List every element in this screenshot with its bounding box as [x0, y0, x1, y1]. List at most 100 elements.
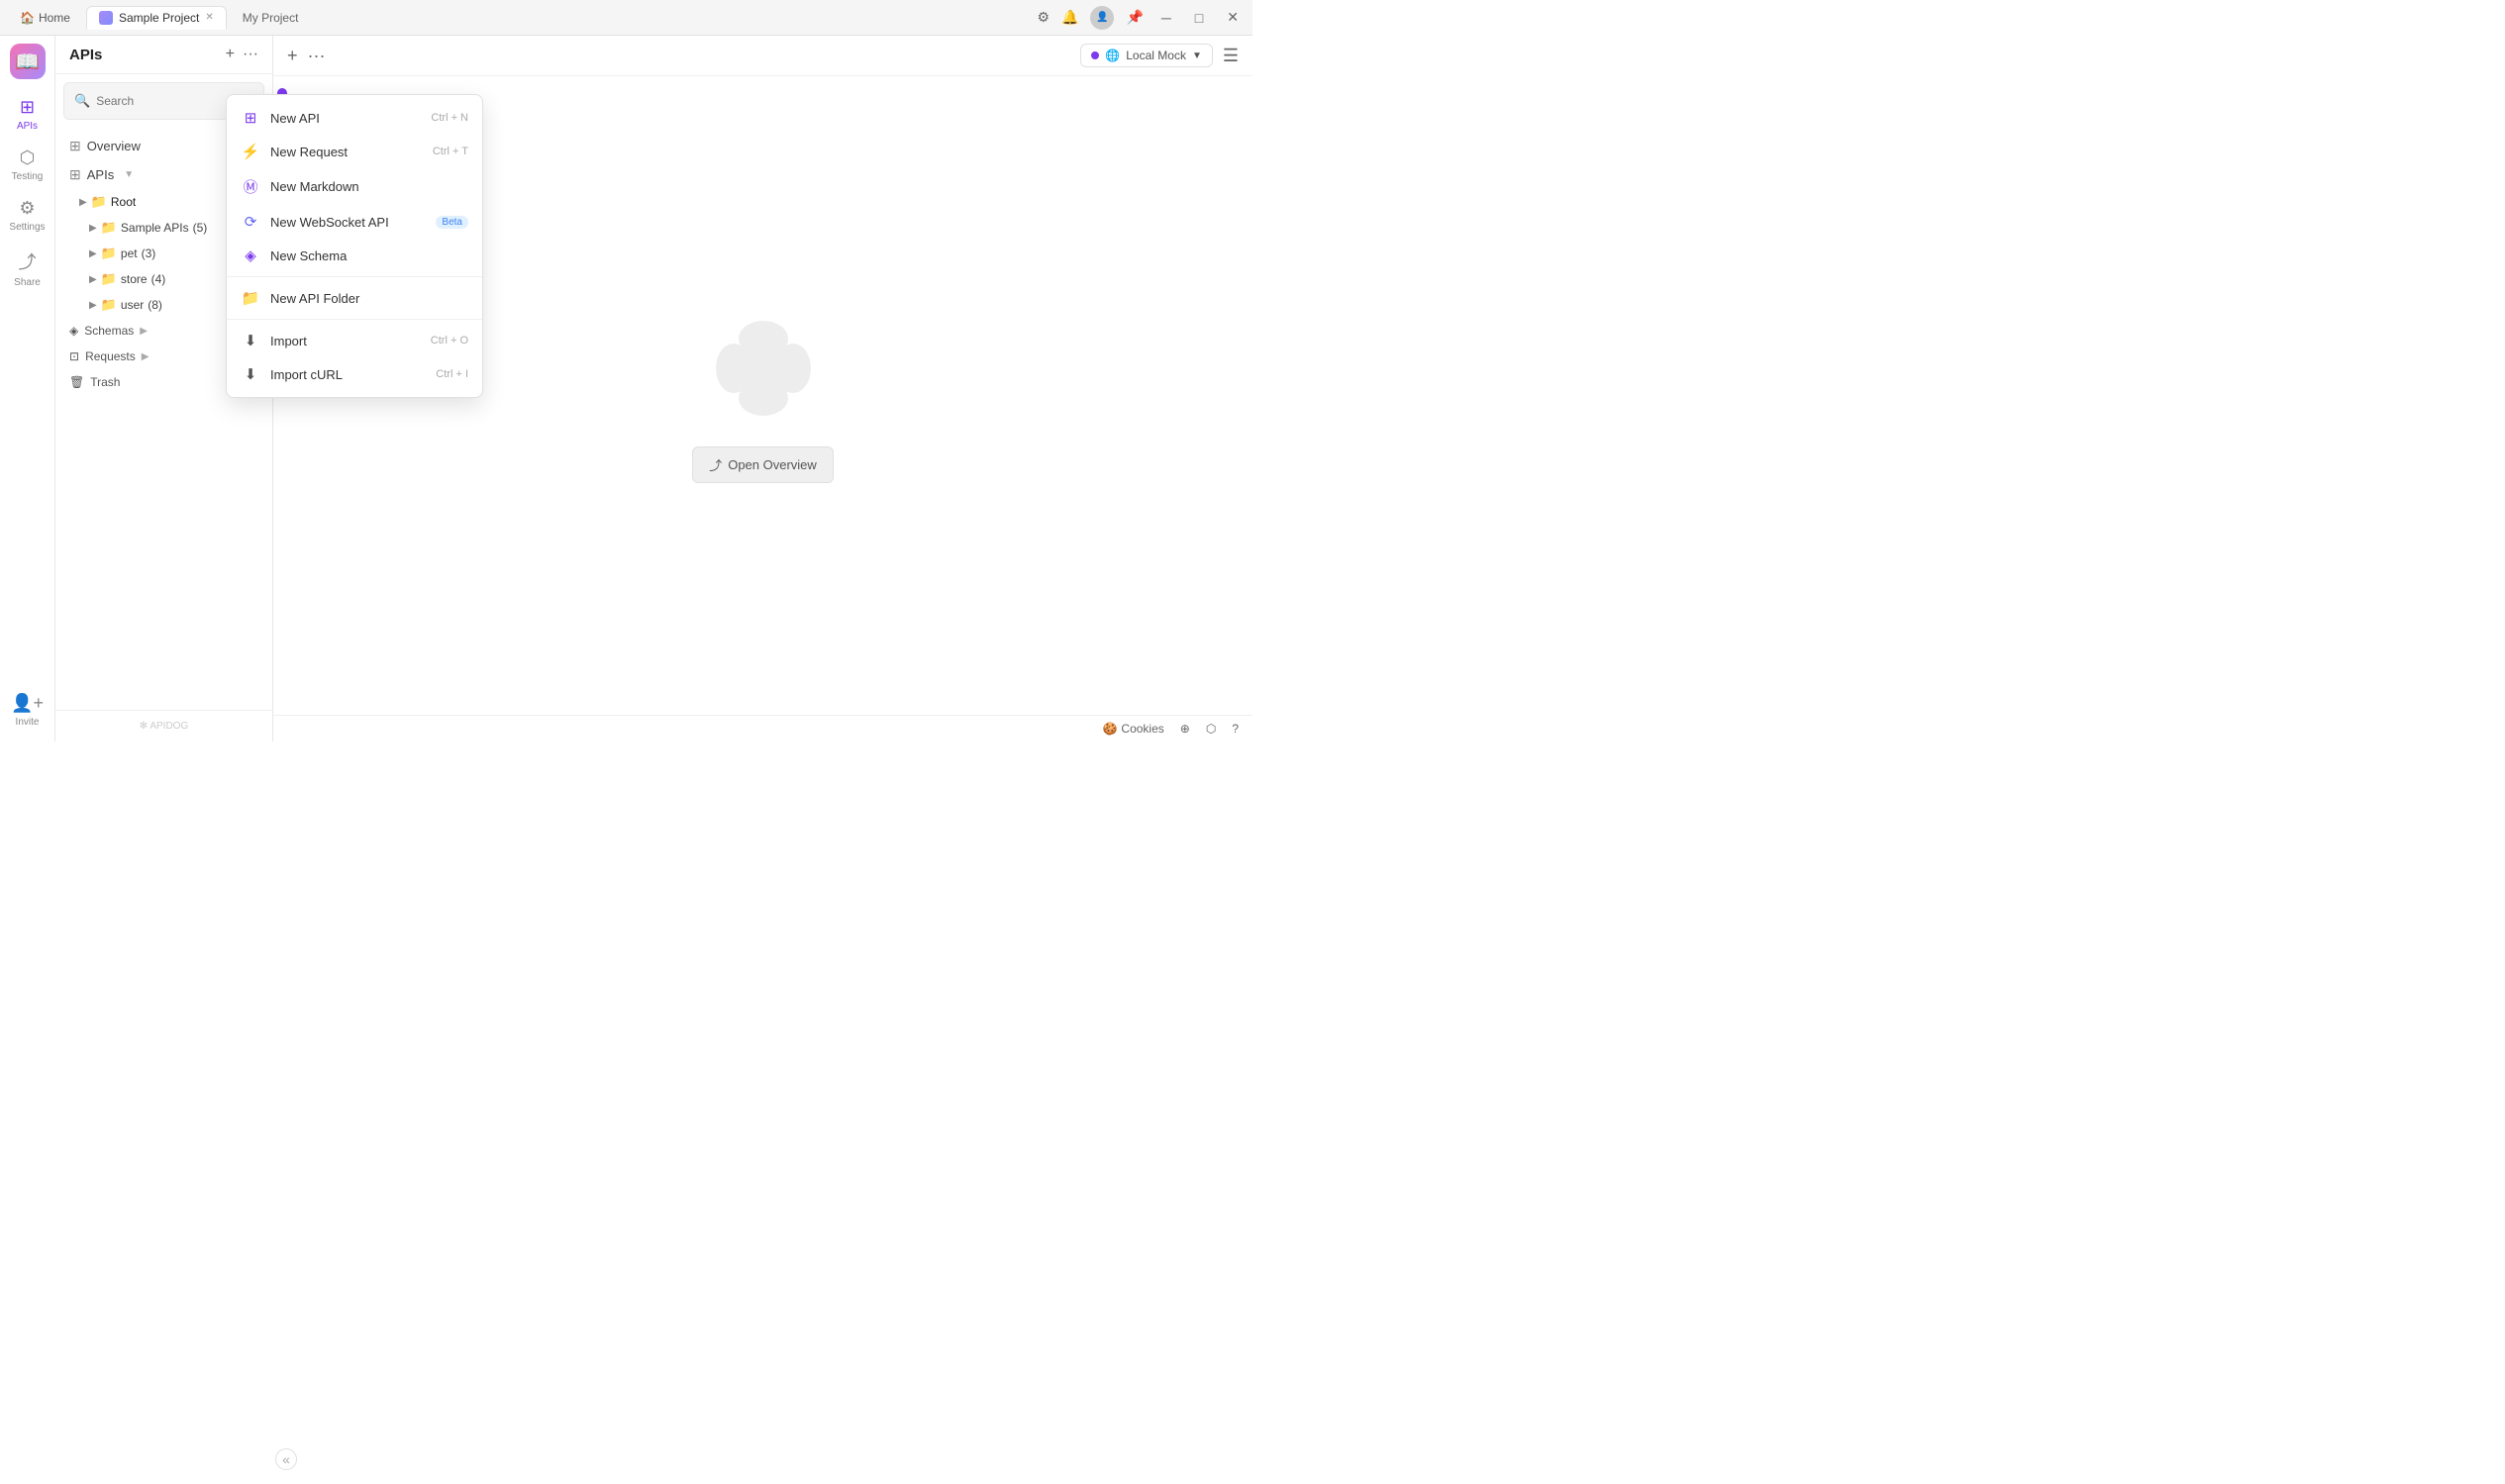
- new-schema-item[interactable]: ◈ New Schema: [227, 239, 482, 272]
- toolbar-right: 🌐 Local Mock ▼ ☰: [1080, 44, 1239, 67]
- maximize-btn[interactable]: □: [1189, 8, 1209, 28]
- sidebar-bottom: 👤+ Invite: [5, 687, 50, 734]
- app-layout: 📖 ⊞ APIs ⬡ Testing ⚙ Settings ⤴ Share 👤+…: [0, 36, 1252, 742]
- trash-label: Trash: [90, 375, 120, 389]
- beta-badge: Beta: [436, 216, 468, 229]
- new-markdown-icon: Ⓜ: [241, 176, 260, 197]
- user-badge: (8): [148, 298, 162, 312]
- apis-label: APIs: [17, 121, 38, 132]
- share-icon: ⤴: [19, 248, 37, 274]
- sidebar-item-apis[interactable]: ⊞ APIs: [5, 91, 50, 138]
- empty-state-icon: [704, 309, 823, 431]
- schemas-arrow: ▶: [140, 326, 148, 337]
- collapse-sidebar-btn[interactable]: «: [275, 1448, 297, 1470]
- apis-arrow: ▼: [124, 169, 134, 180]
- footer-btn-help[interactable]: ?: [1232, 722, 1239, 736]
- import-item[interactable]: ⬇ Import Ctrl + O: [227, 324, 482, 357]
- pin-icon[interactable]: 📌: [1126, 9, 1143, 26]
- new-websocket-item[interactable]: ⟳ New WebSocket API Beta: [227, 205, 482, 239]
- schemas-label: Schemas: [84, 324, 134, 338]
- main-footer: 🍪 Cookies ⊕ ⬡ ?: [273, 715, 1252, 742]
- sidebar-item-invite[interactable]: 👤+ Invite: [5, 687, 50, 734]
- avatar[interactable]: 👤: [1090, 6, 1114, 30]
- footer-icon-1: ⊕: [1180, 722, 1190, 736]
- pet-label: pet: [121, 247, 138, 260]
- minimize-btn[interactable]: ─: [1155, 8, 1177, 28]
- bell-icon[interactable]: 🔔: [1061, 9, 1078, 26]
- new-markdown-item[interactable]: Ⓜ New Markdown: [227, 168, 482, 205]
- title-bar-actions: ⚙ 🔔 👤 📌 ─ □ ✕: [1037, 6, 1245, 30]
- home-tab[interactable]: 🏠 Home: [8, 7, 82, 29]
- user-chevron: ▶: [89, 300, 97, 311]
- store-badge: (4): [151, 272, 166, 286]
- more-icon[interactable]: ···: [243, 46, 258, 63]
- env-local-icon: 🌐: [1105, 49, 1120, 62]
- new-api-shortcut: Ctrl + N: [431, 112, 468, 124]
- menu-icon[interactable]: ☰: [1223, 46, 1239, 66]
- sidebar-item-settings[interactable]: ⚙ Settings: [5, 192, 50, 239]
- sidebar-item-testing[interactable]: ⬡ Testing: [5, 142, 50, 188]
- store-label: store: [121, 272, 148, 286]
- active-tab-label: Sample Project: [119, 11, 199, 25]
- sidebar-header: APIs + ···: [55, 36, 272, 74]
- pet-folder-icon: 📁: [101, 246, 117, 261]
- close-tab-btn[interactable]: ✕: [205, 12, 213, 23]
- icon-sidebar: 📖 ⊞ APIs ⬡ Testing ⚙ Settings ⤴ Share 👤+…: [0, 36, 55, 742]
- add-toolbar-icon[interactable]: +: [287, 46, 298, 66]
- env-dot: [1091, 51, 1099, 59]
- footer-btn-1[interactable]: ⊕: [1180, 722, 1190, 736]
- sidebar-item-share[interactable]: ⤴ Share: [5, 243, 50, 294]
- logo-icon: 📖: [15, 49, 40, 74]
- overview-label: Overview: [87, 139, 141, 153]
- more-toolbar-icon[interactable]: ···: [308, 46, 326, 66]
- pet-badge: (3): [142, 247, 156, 260]
- new-schema-label: New Schema: [270, 248, 347, 263]
- settings-icon: ⚙: [19, 198, 35, 219]
- env-selector[interactable]: 🌐 Local Mock ▼: [1080, 44, 1213, 67]
- new-request-label: New Request: [270, 145, 348, 159]
- apis-icon: ⊞: [20, 97, 35, 118]
- new-api-icon: ⊞: [241, 109, 260, 127]
- new-folder-item[interactable]: 📁 New API Folder: [227, 281, 482, 315]
- requests-arrow: ▶: [142, 351, 150, 362]
- import-curl-icon: ⬇: [241, 365, 260, 383]
- root-label: Root: [111, 195, 136, 209]
- requests-icon: ⊡: [69, 349, 79, 363]
- import-label: Import: [270, 334, 307, 348]
- tab-icon: [99, 11, 113, 25]
- new-schema-icon: ◈: [241, 247, 260, 264]
- import-icon: ⬇: [241, 332, 260, 349]
- open-overview-btn[interactable]: ⤴ Open Overview: [692, 446, 834, 483]
- home-icon: 🏠: [20, 11, 35, 25]
- new-websocket-icon: ⟳: [241, 213, 260, 231]
- store-folder-icon: 📁: [101, 271, 117, 287]
- new-api-item[interactable]: ⊞ New API Ctrl + N: [227, 101, 482, 135]
- sidebar-header-actions: + ···: [226, 46, 258, 63]
- user-label: user: [121, 298, 144, 312]
- inactive-tab[interactable]: My Project: [231, 7, 330, 29]
- import-curl-item[interactable]: ⬇ Import cURL Ctrl + I: [227, 357, 482, 391]
- settings-label: Settings: [9, 222, 45, 233]
- footer-icon-2: ⬡: [1206, 722, 1216, 736]
- active-tab[interactable]: Sample Project ✕: [86, 6, 227, 30]
- root-folder-icon: 📁: [91, 194, 107, 210]
- footer-btn-2[interactable]: ⬡: [1206, 722, 1216, 736]
- trash-icon: 🗑: [69, 375, 84, 389]
- open-overview-label: Open Overview: [728, 457, 817, 472]
- settings-icon[interactable]: ⚙: [1037, 9, 1050, 26]
- new-request-item[interactable]: ⚡ New Request Ctrl + T: [227, 135, 482, 168]
- dropdown-divider-2: [227, 319, 482, 320]
- cookies-btn[interactable]: 🍪 Cookies: [1102, 722, 1163, 736]
- new-folder-label: New API Folder: [270, 291, 359, 306]
- dropdown-divider-1: [227, 276, 482, 277]
- invite-label: Invite: [16, 717, 40, 728]
- sample-apis-chevron: ▶: [89, 223, 97, 234]
- new-request-icon: ⚡: [241, 143, 260, 160]
- schemas-icon: ◈: [69, 324, 78, 338]
- requests-label: Requests: [85, 349, 136, 363]
- close-btn[interactable]: ✕: [1221, 7, 1245, 28]
- add-icon[interactable]: +: [226, 46, 235, 63]
- import-shortcut: Ctrl + O: [431, 335, 468, 346]
- import-curl-shortcut: Ctrl + I: [436, 368, 468, 380]
- testing-label: Testing: [12, 171, 44, 182]
